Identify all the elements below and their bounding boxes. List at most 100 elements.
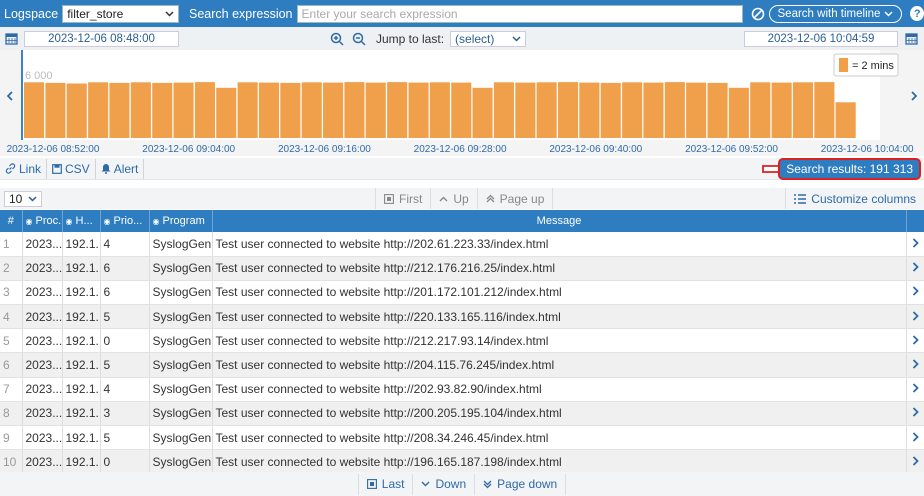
table-row[interactable]: 82023...192.1...3SyslogGenTest user conn… [0, 401, 924, 427]
chart-bar[interactable] [814, 82, 835, 138]
chart-bar[interactable] [301, 82, 322, 138]
column-header-processed[interactable]: ◉ Proc... [22, 210, 63, 232]
chevron-right-icon [912, 383, 919, 393]
chart-bar[interactable] [707, 82, 728, 138]
chart-bar[interactable] [173, 82, 194, 138]
up-button[interactable]: Up [431, 188, 478, 209]
first-button[interactable]: First [376, 188, 432, 209]
cell-program: SyslogGen [149, 377, 213, 402]
row-details-button[interactable] [906, 304, 924, 330]
chart-bar[interactable] [130, 82, 151, 138]
chart-bar[interactable] [472, 87, 493, 138]
chevron-left-icon[interactable] [6, 91, 13, 101]
chart-bar[interactable] [429, 82, 450, 138]
table-row[interactable]: 32023...192.1...6SyslogGenTest user conn… [0, 280, 924, 306]
chart-bar[interactable] [622, 82, 643, 138]
zoom-out-icon[interactable] [352, 32, 366, 46]
chart-bar[interactable] [66, 83, 87, 139]
end-time-field[interactable]: 2023-12-06 10:04:59 [744, 30, 899, 47]
chart-bar[interactable] [750, 82, 771, 138]
time-row: 2023-12-06 08:48:00 Jump to last: (selec… [0, 27, 924, 50]
search-input[interactable] [296, 4, 743, 23]
chart-bar[interactable] [24, 82, 45, 138]
chart-bar[interactable] [536, 82, 557, 138]
chart-bar[interactable] [728, 87, 749, 138]
alert-button[interactable]: Alert [96, 158, 145, 179]
calendar-icon[interactable] [5, 32, 18, 45]
row-details-button[interactable] [906, 256, 924, 281]
chart-bar[interactable] [387, 82, 408, 138]
page-size-select[interactable]: 10 [4, 190, 42, 207]
chart-bar[interactable] [515, 82, 536, 138]
chart-bar[interactable] [493, 82, 514, 138]
page-up-button[interactable]: Page up [478, 188, 554, 209]
clear-icon[interactable] [751, 7, 765, 21]
row-details-button[interactable] [906, 352, 924, 378]
calendar-icon[interactable] [905, 32, 918, 45]
chart-bar[interactable] [451, 82, 472, 138]
row-details-button[interactable] [906, 328, 924, 354]
chart-bar[interactable] [45, 82, 66, 138]
start-time-field[interactable]: 2023-12-06 08:48:00 [24, 30, 179, 47]
cell-host: 192.1... [62, 304, 101, 330]
cell-program: SyslogGen [149, 280, 213, 306]
zoom-in-icon[interactable] [330, 32, 344, 46]
chart-bar[interactable] [258, 82, 279, 138]
chart-bar[interactable] [323, 82, 344, 138]
chart-bar[interactable] [152, 82, 173, 138]
cell-host: 192.1... [62, 449, 101, 475]
down-button[interactable]: Down [413, 473, 476, 495]
chart-bar[interactable] [664, 82, 685, 138]
last-button[interactable]: Last [359, 473, 414, 495]
customize-columns-button[interactable]: Customize columns [785, 188, 924, 209]
column-header-priority[interactable]: ◉ Prio... [100, 210, 150, 232]
column-header-priority-label: Prio... [113, 215, 143, 227]
row-number: 2 [0, 256, 23, 281]
chevron-right-icon[interactable] [911, 91, 918, 101]
chart-bar[interactable] [771, 82, 792, 138]
chart-bar[interactable] [792, 82, 813, 138]
table-row[interactable]: 12023...192.1...4SyslogGenTest user conn… [0, 232, 924, 257]
row-details-button[interactable] [906, 401, 924, 427]
chart-bar[interactable] [558, 82, 579, 138]
chart-bar[interactable] [579, 82, 600, 138]
table-row[interactable]: 22023...192.1...6SyslogGenTest user conn… [0, 256, 924, 281]
column-header-host[interactable]: ◉ H... [62, 210, 101, 232]
chart-bar[interactable] [344, 82, 365, 138]
chart-bar[interactable] [216, 87, 237, 138]
table-row[interactable]: 102023...192.1...0SyslogGenTest user con… [0, 449, 924, 475]
timeline-chart[interactable]: 6 000 2023-12-06 08:52:00 2023-12-06 09:0… [0, 50, 924, 156]
chart-bar[interactable] [88, 82, 109, 138]
row-details-button[interactable] [906, 425, 924, 451]
chart-bar[interactable] [280, 82, 301, 138]
table-row[interactable]: 42023...192.1...5SyslogGenTest user conn… [0, 304, 924, 330]
column-header-message[interactable]: Message [212, 210, 907, 232]
row-details-button[interactable] [906, 280, 924, 306]
chart-bar[interactable] [600, 82, 621, 138]
search-with-timeline-button[interactable]: Search with timeline [768, 4, 903, 23]
column-header-program[interactable]: ◉ Program [149, 210, 213, 232]
csv-button[interactable]: CSV [47, 158, 96, 179]
row-details-button[interactable] [906, 232, 924, 257]
chart-bar[interactable] [109, 82, 130, 138]
table-row[interactable]: 52023...192.1...0SyslogGenTest user conn… [0, 328, 924, 354]
chart-bar[interactable] [365, 82, 386, 138]
chart-bar[interactable] [686, 82, 707, 138]
logspace-select[interactable]: filter_store [62, 4, 179, 23]
chart-bar[interactable] [835, 102, 856, 138]
table-row[interactable]: 62023...192.1...5SyslogGenTest user conn… [0, 352, 924, 378]
help-icon[interactable]: ? [910, 6, 924, 21]
column-header-number[interactable]: # [0, 210, 23, 232]
jump-to-last-select[interactable]: (select) [450, 30, 527, 47]
link-button[interactable]: Link [0, 158, 48, 179]
chart-bar[interactable] [237, 82, 258, 138]
chart-bar[interactable] [194, 82, 215, 138]
chart-bar[interactable] [408, 82, 429, 138]
chart-bar[interactable] [643, 82, 664, 138]
chevron-up-icon [439, 196, 448, 202]
table-row[interactable]: 92023...192.1...5SyslogGenTest user conn… [0, 425, 924, 451]
row-details-button[interactable] [906, 377, 924, 402]
row-details-button[interactable] [906, 449, 924, 475]
table-row[interactable]: 72023...192.1...4SyslogGenTest user conn… [0, 377, 924, 402]
page-down-button[interactable]: Page down [475, 473, 567, 495]
